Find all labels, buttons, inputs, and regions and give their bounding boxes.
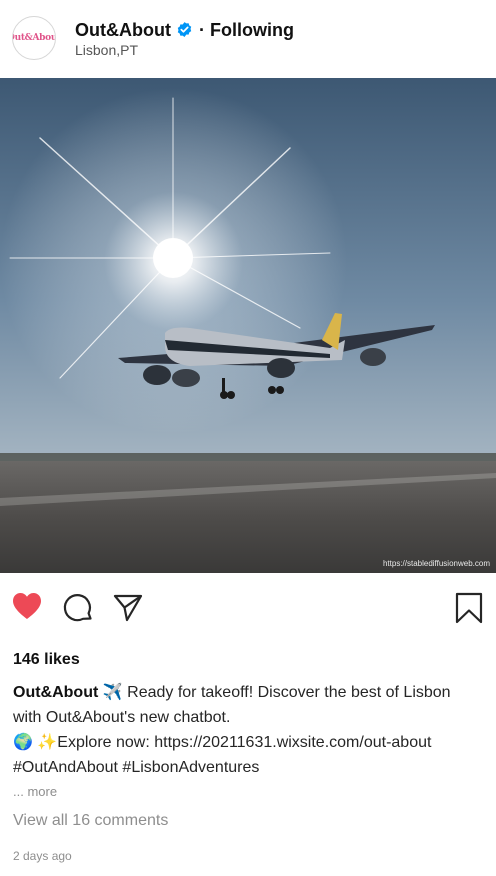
account-name[interactable]: Out&About — [75, 20, 171, 41]
more-link[interactable]: ... more — [13, 784, 57, 799]
caption-hashtags[interactable]: #OutAndAbout #LisbonAdventures — [13, 759, 259, 776]
caption-line-2: 🌍 ✨Explore now: https://20211631.wixsite… — [13, 734, 432, 751]
like-count[interactable]: 146 likes — [13, 651, 80, 669]
airplane-photo — [0, 78, 496, 573]
following-label: Following — [210, 20, 294, 40]
post-caption: Out&About ✈️ Ready for takeoff! Discover… — [13, 680, 483, 780]
separator-dot: · — [199, 20, 205, 40]
heart-icon[interactable] — [11, 591, 43, 621]
avatar[interactable]: Out&About — [12, 16, 56, 60]
post-timestamp: 2 days ago — [13, 849, 72, 863]
post-header: Out&About Out&About · Following Lisbon,P… — [0, 0, 496, 78]
follow-status-button[interactable]: · Following — [199, 20, 294, 41]
caption-author[interactable]: Out&About — [13, 684, 98, 701]
post-image[interactable]: https://stablediffusionweb.com — [0, 78, 496, 573]
paper-plane-icon[interactable] — [112, 593, 144, 623]
post-location[interactable]: Lisbon,PT — [75, 42, 138, 58]
bookmark-icon[interactable] — [454, 592, 484, 624]
image-watermark: https://stablediffusionweb.com — [382, 559, 490, 568]
comment-bubble-icon[interactable] — [62, 593, 94, 623]
avatar-logo-text: Out&About — [13, 33, 55, 43]
view-comments-link[interactable]: View all 16 comments — [13, 812, 168, 830]
verified-badge-icon — [177, 22, 192, 37]
